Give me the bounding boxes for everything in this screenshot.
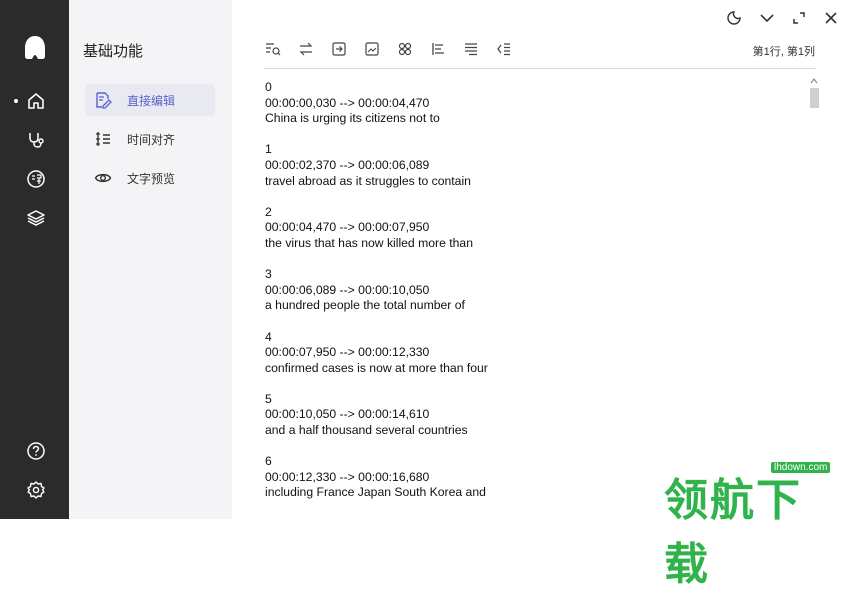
home-icon <box>28 93 44 109</box>
entry-index: 3 <box>265 267 272 282</box>
rail-home-button[interactable] <box>22 87 50 115</box>
subtitle-editor[interactable]: 0 00:00:00,030 --> 00:00:04,470 China is… <box>265 80 805 519</box>
rail-stethoscope-button[interactable] <box>22 126 50 154</box>
entry-text: a hundred people the total number of <box>265 298 465 313</box>
sidebar-item-label: 文字预览 <box>127 171 176 186</box>
rail-settings-button[interactable] <box>22 476 50 504</box>
subtitle-entry: 1 00:00:02,370 --> 00:00:06,089 travel a… <box>265 142 805 189</box>
watermark: 领航下载 lhdown.com <box>664 458 847 590</box>
sidebar-item-time-align[interactable]: 时间对齐 <box>85 123 215 155</box>
entry-text: travel abroad as it struggles to contain <box>265 173 471 188</box>
scrollbar-thumb[interactable] <box>810 88 819 108</box>
eye-icon <box>93 168 113 188</box>
theme-toggle-button[interactable] <box>724 8 744 28</box>
entry-index: 0 <box>265 80 272 94</box>
subtitle-entry: 4 00:00:07,950 --> 00:00:12,330 confirme… <box>265 330 805 377</box>
entry-text: the virus that has now killed more than <box>265 235 473 250</box>
entry-time: 00:00:04,470 --> 00:00:07,950 <box>265 220 430 235</box>
entry-time: 00:00:00,030 --> 00:00:04,470 <box>265 95 430 110</box>
translate-icon <box>27 170 45 188</box>
swap-button[interactable] <box>297 40 315 58</box>
maximize-icon <box>793 12 805 24</box>
cursor-position: 第1行, 第1列 <box>752 46 815 58</box>
align-justify-icon <box>465 43 477 56</box>
layers-icon <box>27 210 45 226</box>
sidebar-title: 基础功能 <box>83 43 144 60</box>
sidebar-item-direct-edit[interactable]: 直接编辑 <box>85 84 215 116</box>
chevron-down-icon <box>760 14 774 23</box>
help-icon <box>27 442 45 460</box>
edit-icon <box>93 90 113 110</box>
entry-index: 1 <box>265 142 272 157</box>
entry-index: 4 <box>265 329 272 344</box>
rail-translate-button[interactable] <box>22 165 50 193</box>
align-left-icon <box>432 43 444 55</box>
watermark-text: 领航下载 <box>664 475 802 590</box>
sidebar-item-label: 时间对齐 <box>127 132 176 147</box>
close-icon <box>825 12 837 24</box>
insert-button[interactable] <box>330 40 348 58</box>
sidebar-item-label: 直接编辑 <box>127 93 176 108</box>
editor-panel: 第1行, 第1列 0 00:00:00,030 --> 00:00:04,470… <box>232 0 847 519</box>
image-button[interactable] <box>363 40 381 58</box>
subtitle-entry: 0 00:00:00,030 --> 00:00:04,470 China is… <box>265 80 805 127</box>
rail-help-button[interactable] <box>22 437 50 465</box>
entry-time: 00:00:07,950 --> 00:00:12,330 <box>265 345 430 360</box>
align-justify-button[interactable] <box>462 40 480 58</box>
app-logo-icon <box>25 36 45 59</box>
find-replace-button[interactable] <box>264 40 282 58</box>
stethoscope-icon <box>29 133 44 148</box>
theme-icon <box>727 11 741 25</box>
entry-time: 00:00:10,050 --> 00:00:14,610 <box>265 407 430 422</box>
entry-time: 00:00:02,370 --> 00:00:06,089 <box>265 157 430 172</box>
entry-text: confirmed cases is now at more than four <box>265 360 488 375</box>
sidebar-item-text-preview[interactable]: 文字预览 <box>85 162 215 194</box>
close-button[interactable] <box>821 8 841 28</box>
subtitle-entry: 3 00:00:06,089 --> 00:00:10,050 a hundre… <box>265 267 805 314</box>
find-replace-icon <box>266 43 281 56</box>
scroll-up-arrow-icon[interactable] <box>809 77 819 85</box>
entry-index: 2 <box>265 204 272 219</box>
outdent-button[interactable] <box>495 40 513 58</box>
subtitle-entry: 5 00:00:10,050 --> 00:00:14,610 and a ha… <box>265 392 805 439</box>
gear-icon <box>27 481 45 499</box>
feature-sidebar: 基础功能 直接编辑 时间对齐 文字预览 <box>69 0 232 519</box>
align-icon <box>93 129 113 149</box>
entry-text: China is urging its citizens not to <box>265 111 440 126</box>
entry-time: 00:00:06,089 --> 00:00:10,050 <box>265 282 430 297</box>
swap-icon <box>299 42 313 56</box>
outdent-icon <box>497 43 510 56</box>
align-left-button[interactable] <box>429 40 447 58</box>
maximize-button[interactable] <box>789 8 809 28</box>
entry-text: and a half thousand several countries <box>265 423 468 438</box>
insert-icon <box>332 42 346 56</box>
rail-layers-button[interactable] <box>22 204 50 232</box>
grid-button[interactable] <box>396 40 414 58</box>
minimize-button[interactable] <box>757 8 777 28</box>
entry-index: 5 <box>265 391 272 406</box>
active-indicator <box>14 99 18 103</box>
icon-rail <box>0 0 69 519</box>
watermark-url: lhdown.com <box>771 462 831 473</box>
subtitle-entry: 2 00:00:04,470 --> 00:00:07,950 the viru… <box>265 205 805 252</box>
image-icon <box>365 42 379 56</box>
grid-icon <box>398 42 412 56</box>
toolbar-divider <box>264 68 816 69</box>
